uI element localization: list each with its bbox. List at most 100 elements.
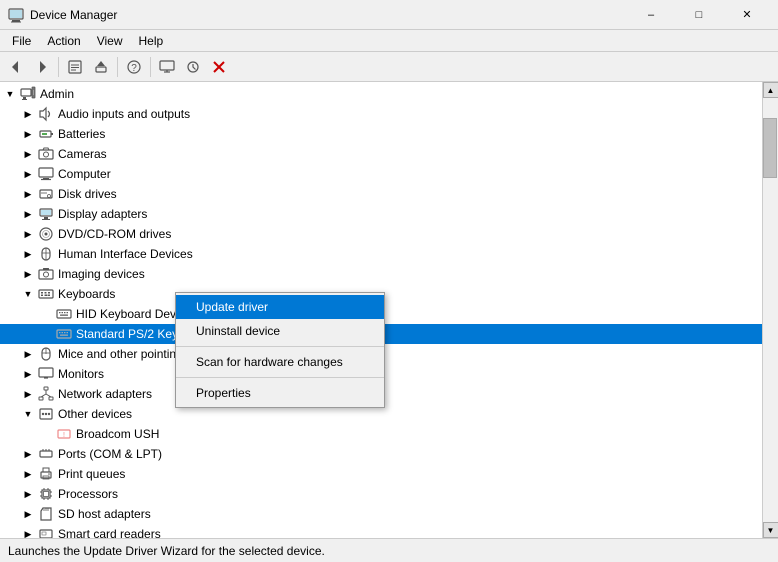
update-driver-button[interactable] <box>89 55 113 79</box>
svg-text:?: ? <box>131 63 137 74</box>
expand-print[interactable]: ▶ <box>20 466 36 482</box>
monitors-label: Monitors <box>56 367 104 381</box>
tree-item-audio[interactable]: ▶ Audio inputs and outputs <box>0 104 762 124</box>
expand-computer[interactable]: ▶ <box>20 166 36 182</box>
hid-keyboard-label: HID Keyboard Device <box>74 307 191 321</box>
help-button[interactable]: ? <box>122 55 146 79</box>
batteries-icon <box>38 126 54 142</box>
tree-item-ports[interactable]: ▶ Ports (COM & LPT) <box>0 444 762 464</box>
imaging-label: Imaging devices <box>56 267 145 281</box>
maximize-button[interactable]: □ <box>676 0 722 30</box>
menu-file[interactable]: File <box>4 30 39 52</box>
tree-item-admin[interactable]: ▼ Admin <box>0 84 762 104</box>
hid-keyboard-icon <box>56 306 72 322</box>
scroll-up-button[interactable]: ▲ <box>763 82 778 98</box>
disk-icon <box>38 186 54 202</box>
expand-ports[interactable]: ▶ <box>20 446 36 462</box>
tree-item-dvd[interactable]: ▶ DVD/CD-ROM drives <box>0 224 762 244</box>
expand-cameras[interactable]: ▶ <box>20 146 36 162</box>
print-icon <box>38 466 54 482</box>
context-menu-properties[interactable]: Properties <box>176 381 384 405</box>
window-title: Device Manager <box>30 8 628 22</box>
expand-other[interactable]: ▼ <box>20 406 36 422</box>
expand-monitors[interactable]: ▶ <box>20 366 36 382</box>
toolbar-sep-3 <box>150 57 151 77</box>
dvd-icon <box>38 226 54 242</box>
tree-item-hid[interactable]: ▶ Human Interface Devices <box>0 244 762 264</box>
tree-item-processors[interactable]: ▶ Processors <box>0 484 762 504</box>
expand-sd[interactable]: ▶ <box>20 506 36 522</box>
smartcard-label: Smart card readers <box>56 527 161 538</box>
toolbar-sep-2 <box>117 57 118 77</box>
properties-button[interactable] <box>63 55 87 79</box>
tree-item-cameras[interactable]: ▶ Cameras <box>0 144 762 164</box>
back-button[interactable] <box>4 55 28 79</box>
tree-item-display[interactable]: ▶ Display adapters <box>0 204 762 224</box>
tree-item-print[interactable]: ▶ Print queues <box>0 464 762 484</box>
menu-bar: File Action View Help <box>0 30 778 52</box>
tree-item-smartcard[interactable]: ▶ Smart card readers <box>0 524 762 538</box>
expand-network[interactable]: ▶ <box>20 386 36 402</box>
close-button[interactable]: ✕ <box>724 0 770 30</box>
tree-item-disk[interactable]: ▶ Disk drives <box>0 184 762 204</box>
display-label: Display adapters <box>56 207 147 221</box>
mice-icon <box>38 346 54 362</box>
sd-icon <box>38 506 54 522</box>
admin-label: Admin <box>38 87 74 101</box>
other-label: Other devices <box>56 407 132 421</box>
expand-hid[interactable]: ▶ <box>20 246 36 262</box>
ports-label: Ports (COM & LPT) <box>56 447 162 461</box>
menu-view[interactable]: View <box>89 30 131 52</box>
cameras-label: Cameras <box>56 147 107 161</box>
ps2-keyboard-icon <box>56 326 72 342</box>
expand-dvd[interactable]: ▶ <box>20 226 36 242</box>
device-tree[interactable]: ▼ Admin ▶ Audio inputs an <box>0 82 762 538</box>
expand-imaging[interactable]: ▶ <box>20 266 36 282</box>
forward-button[interactable] <box>30 55 54 79</box>
expand-keyboards[interactable]: ▼ <box>20 286 36 302</box>
context-menu-update-driver[interactable]: Update driver <box>176 295 384 319</box>
context-menu-scan[interactable]: Scan for hardware changes <box>176 350 384 374</box>
expand-processors[interactable]: ▶ <box>20 486 36 502</box>
status-text: Launches the Update Driver Wizard for th… <box>8 544 325 558</box>
tree-item-sd[interactable]: ▶ SD host adapters <box>0 504 762 524</box>
scan-button[interactable] <box>181 55 205 79</box>
computer-icon <box>38 166 54 182</box>
tree-item-broadcom[interactable]: ! Broadcom USH <box>0 424 762 444</box>
scrollbar[interactable]: ▲ ▼ <box>762 82 778 538</box>
processors-label: Processors <box>56 487 118 501</box>
context-menu-uninstall[interactable]: Uninstall device <box>176 319 384 343</box>
audio-icon <box>38 106 54 122</box>
expand-batteries[interactable]: ▶ <box>20 126 36 142</box>
expand-display[interactable]: ▶ <box>20 206 36 222</box>
batteries-label: Batteries <box>56 127 105 141</box>
expand-mice[interactable]: ▶ <box>20 346 36 362</box>
network-icon <box>38 386 54 402</box>
title-bar: Device Manager – □ ✕ <box>0 0 778 30</box>
keyboards-label: Keyboards <box>56 287 115 301</box>
toolbar-sep-1 <box>58 57 59 77</box>
scroll-thumb[interactable] <box>763 118 777 178</box>
menu-action[interactable]: Action <box>39 30 88 52</box>
expand-admin[interactable]: ▼ <box>2 86 18 102</box>
context-menu: Update driver Uninstall device Scan for … <box>175 292 385 408</box>
other-icon <box>38 406 54 422</box>
tree-item-computer[interactable]: ▶ Computer <box>0 164 762 184</box>
scroll-down-button[interactable]: ▼ <box>763 522 778 538</box>
minimize-button[interactable]: – <box>628 0 674 30</box>
expand-audio[interactable]: ▶ <box>20 106 36 122</box>
admin-icon <box>20 86 36 102</box>
broadcom-label: Broadcom USH <box>74 427 159 441</box>
remove-device-button[interactable] <box>207 55 231 79</box>
svg-text:!: ! <box>63 432 65 439</box>
tree-item-batteries[interactable]: ▶ Batteries <box>0 124 762 144</box>
processors-icon <box>38 486 54 502</box>
monitor-button[interactable] <box>155 55 179 79</box>
tree-item-imaging[interactable]: ▶ Imaging devices <box>0 264 762 284</box>
expand-disk[interactable]: ▶ <box>20 186 36 202</box>
expand-smartcard[interactable]: ▶ <box>20 526 36 538</box>
menu-help[interactable]: Help <box>131 30 172 52</box>
broadcom-icon: ! <box>56 426 72 442</box>
computer-label: Computer <box>56 167 111 181</box>
sd-label: SD host adapters <box>56 507 151 521</box>
